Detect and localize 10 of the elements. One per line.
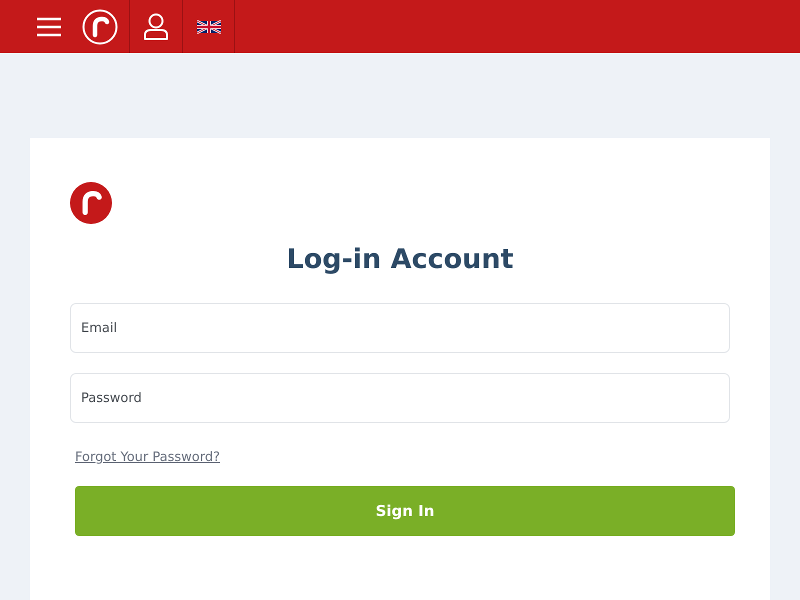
forgot-password-link[interactable]: Forgot Your Password? xyxy=(75,450,220,465)
logo-icon xyxy=(70,182,112,224)
sign-in-button[interactable]: Sign In xyxy=(75,486,735,536)
user-icon[interactable] xyxy=(143,12,169,40)
email-field[interactable]: Email xyxy=(70,303,730,353)
logo-icon[interactable] xyxy=(82,8,118,44)
menu-icon[interactable] xyxy=(36,16,62,36)
password-field[interactable]: Password xyxy=(70,373,730,423)
flag-icon[interactable] xyxy=(196,20,220,34)
page-title: Log-in Account xyxy=(286,244,514,275)
